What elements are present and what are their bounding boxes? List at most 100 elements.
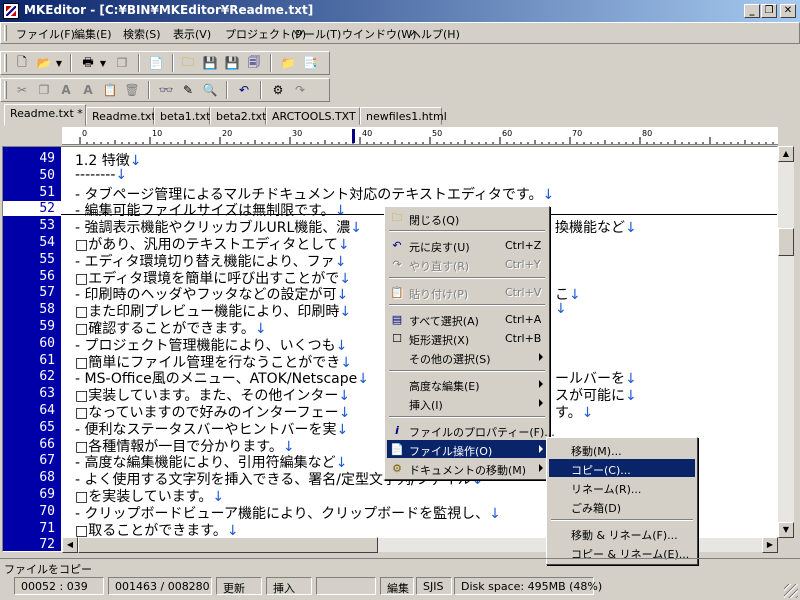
menu-item-insert[interactable]: 挿入(I) (387, 394, 547, 412)
line-number[interactable]: 51 (39, 185, 55, 200)
line-number[interactable]: 61 (39, 353, 55, 368)
line-number[interactable]: 56 (39, 269, 55, 284)
menu-view[interactable]: 表示(V) (173, 26, 211, 42)
menu-file[interactable]: ファイル(F) (16, 26, 75, 42)
menu-item-advanced-edit[interactable]: 高度な編集(E) (387, 375, 547, 393)
text-line-tail[interactable]: 換機能など↓ (555, 217, 637, 237)
menu-item-document-move[interactable]: ⚙ ドキュメントの移動(M) (387, 459, 547, 477)
ruler[interactable]: 0 10 20 30 40 50 60 70 80 (62, 127, 778, 145)
menu-item-other-select[interactable]: その他の選択(S) (387, 348, 547, 366)
copy-icon[interactable]: ❐ (34, 80, 54, 100)
font-a-icon[interactable]: A (56, 80, 76, 100)
text-line-tail[interactable]: ↓ (555, 301, 567, 317)
line-number[interactable]: 62 (39, 369, 55, 384)
submenu-item-move[interactable]: 移動(M)... (549, 440, 695, 458)
line-number[interactable]: 58 (39, 302, 55, 317)
resize-grip[interactable] (784, 584, 798, 598)
dropdown-arrow-icon[interactable]: ▼ (98, 53, 108, 73)
submenu-item-rename[interactable]: リネーム(R)... (549, 478, 695, 496)
dropdown-arrow-icon[interactable]: ▼ (54, 53, 64, 73)
clear-icon[interactable]: 🗑 (122, 80, 142, 100)
vertical-scrollbar[interactable]: ▲ ▼ (778, 146, 794, 538)
tab-beta1[interactable]: beta1.txt (154, 107, 210, 125)
menu-item-rect-select[interactable]: ☐ 矩形選択(X) Ctrl+B (387, 329, 547, 348)
submenu-item-recycle-bin[interactable]: ごみ箱(D) (549, 497, 695, 515)
line-number[interactable]: 63 (39, 386, 55, 401)
line-number[interactable]: 70 (39, 504, 55, 519)
line-number[interactable]: 71 (39, 521, 55, 536)
menubar-grip[interactable] (4, 25, 7, 41)
line-number[interactable]: 53 (39, 218, 55, 233)
cut-icon[interactable]: ✂ (12, 80, 32, 100)
redo-icon[interactable]: ↷ (290, 80, 310, 100)
replace-icon[interactable]: ✎ (178, 80, 198, 100)
menu-item-close[interactable]: 🗀 閉じる(Q) (387, 209, 547, 228)
menu-item-file-operations[interactable]: 📄 ファイル操作(O) (387, 440, 547, 458)
line-number-gutter[interactable]: 49 50 51 52 53 54 55 56 57 58 59 60 61 62 63 64 65 66 67 68… (3, 147, 61, 551)
print-icon[interactable]: 🖶 (78, 53, 98, 73)
menu-item-undo[interactable]: ↶ 元に戻す(U) Ctrl+Z (387, 236, 547, 255)
tab-readme[interactable]: Readme.txt (86, 107, 156, 125)
line-number[interactable]: 59 (39, 319, 55, 334)
magnifier-icon[interactable]: 🔍 (200, 80, 220, 100)
properties-icon[interactable]: 📄 (146, 53, 166, 73)
tab-newfiles1[interactable]: newfiles1.html (360, 107, 447, 125)
save-as-icon[interactable]: 💾 (222, 53, 242, 73)
hscroll-thumb[interactable] (78, 537, 378, 553)
menu-search[interactable]: 検索(S) (123, 26, 161, 42)
tab-arctools[interactable]: ARCTOOLS.TXT (266, 107, 360, 125)
menu-item-select-all[interactable]: ▤ すべて選択(A) Ctrl+A (387, 310, 547, 329)
folder-icon[interactable]: 🗀 (178, 53, 198, 73)
scroll-up-icon[interactable]: ▲ (778, 146, 794, 162)
text-line-tail[interactable]: す。↓ (555, 402, 593, 422)
submenu-item-copy[interactable]: コピー(C)... (549, 459, 695, 477)
line-number[interactable]: 72 (39, 537, 55, 551)
line-number[interactable]: 60 (39, 336, 55, 351)
line-number[interactable]: 68 (39, 470, 55, 485)
restore-button[interactable]: ❐ (761, 4, 777, 18)
toolbar-grip[interactable] (4, 81, 7, 99)
menu-edit[interactable]: 編集(E) (74, 26, 112, 42)
settings-icon[interactable]: ⚙ (268, 80, 288, 100)
menu-help[interactable]: ヘルプ(H) (410, 26, 460, 42)
menu-tools[interactable]: ツール(T) (293, 26, 341, 42)
find-binoculars-icon[interactable]: 👓 (156, 80, 176, 100)
save-all-icon[interactable]: 🗐 (244, 53, 264, 73)
undo-icon[interactable]: ↶ (234, 80, 254, 100)
line-number[interactable]: 49 (39, 151, 55, 166)
scroll-thumb[interactable] (778, 228, 794, 256)
line-number[interactable]: 57 (39, 285, 55, 300)
status-encoding[interactable]: SJIS (416, 577, 452, 595)
minimize-button[interactable]: _ (744, 4, 760, 18)
line-number[interactable]: 54 (39, 235, 55, 250)
line-number[interactable]: 67 (39, 453, 55, 468)
line-number[interactable]: 50 (39, 168, 55, 183)
tab-readme-modified[interactable]: Readme.txt * (4, 104, 86, 126)
line-number[interactable]: 69 (39, 487, 55, 502)
app-icon[interactable] (3, 3, 19, 19)
text-line[interactable]: --------↓ (75, 167, 127, 183)
open-file-icon[interactable]: 📂 (34, 53, 54, 73)
font-a-quote-icon[interactable]: A (78, 80, 98, 100)
scroll-left-icon[interactable]: ◀ (62, 537, 78, 553)
line-number[interactable]: 65 (39, 420, 55, 435)
line-number[interactable]: 52 (3, 201, 61, 217)
menu-item-file-properties[interactable]: i ファイルのプロパティー(F)... (387, 421, 555, 440)
submenu-item-move-rename[interactable]: 移動 & リネーム(F)... (549, 524, 695, 542)
new-file-icon[interactable]: 🗋 (12, 53, 32, 73)
menu-item-redo[interactable]: ↷ やり直す(R) Ctrl+Y (387, 255, 547, 274)
status-insert-mode[interactable]: 挿入 (266, 577, 312, 595)
menu-window[interactable]: ウインドウ(W) (342, 26, 416, 42)
line-number[interactable]: 55 (39, 252, 55, 267)
scroll-right-icon[interactable]: ▶ (762, 537, 778, 553)
project-icon[interactable]: 📁 (278, 53, 298, 73)
project-add-icon[interactable]: 📑 (300, 53, 320, 73)
copy-doc-icon[interactable]: ❐ (112, 53, 132, 73)
menu-item-paste[interactable]: 📋 貼り付け(P) Ctrl+V (387, 283, 547, 302)
scroll-down-icon[interactable]: ▼ (778, 522, 794, 538)
save-icon[interactable]: 💾 (200, 53, 220, 73)
line-number[interactable]: 64 (39, 403, 55, 418)
close-button[interactable]: ✕ (780, 4, 796, 18)
paste-icon[interactable]: 📋 (100, 80, 120, 100)
line-number[interactable]: 66 (39, 437, 55, 452)
